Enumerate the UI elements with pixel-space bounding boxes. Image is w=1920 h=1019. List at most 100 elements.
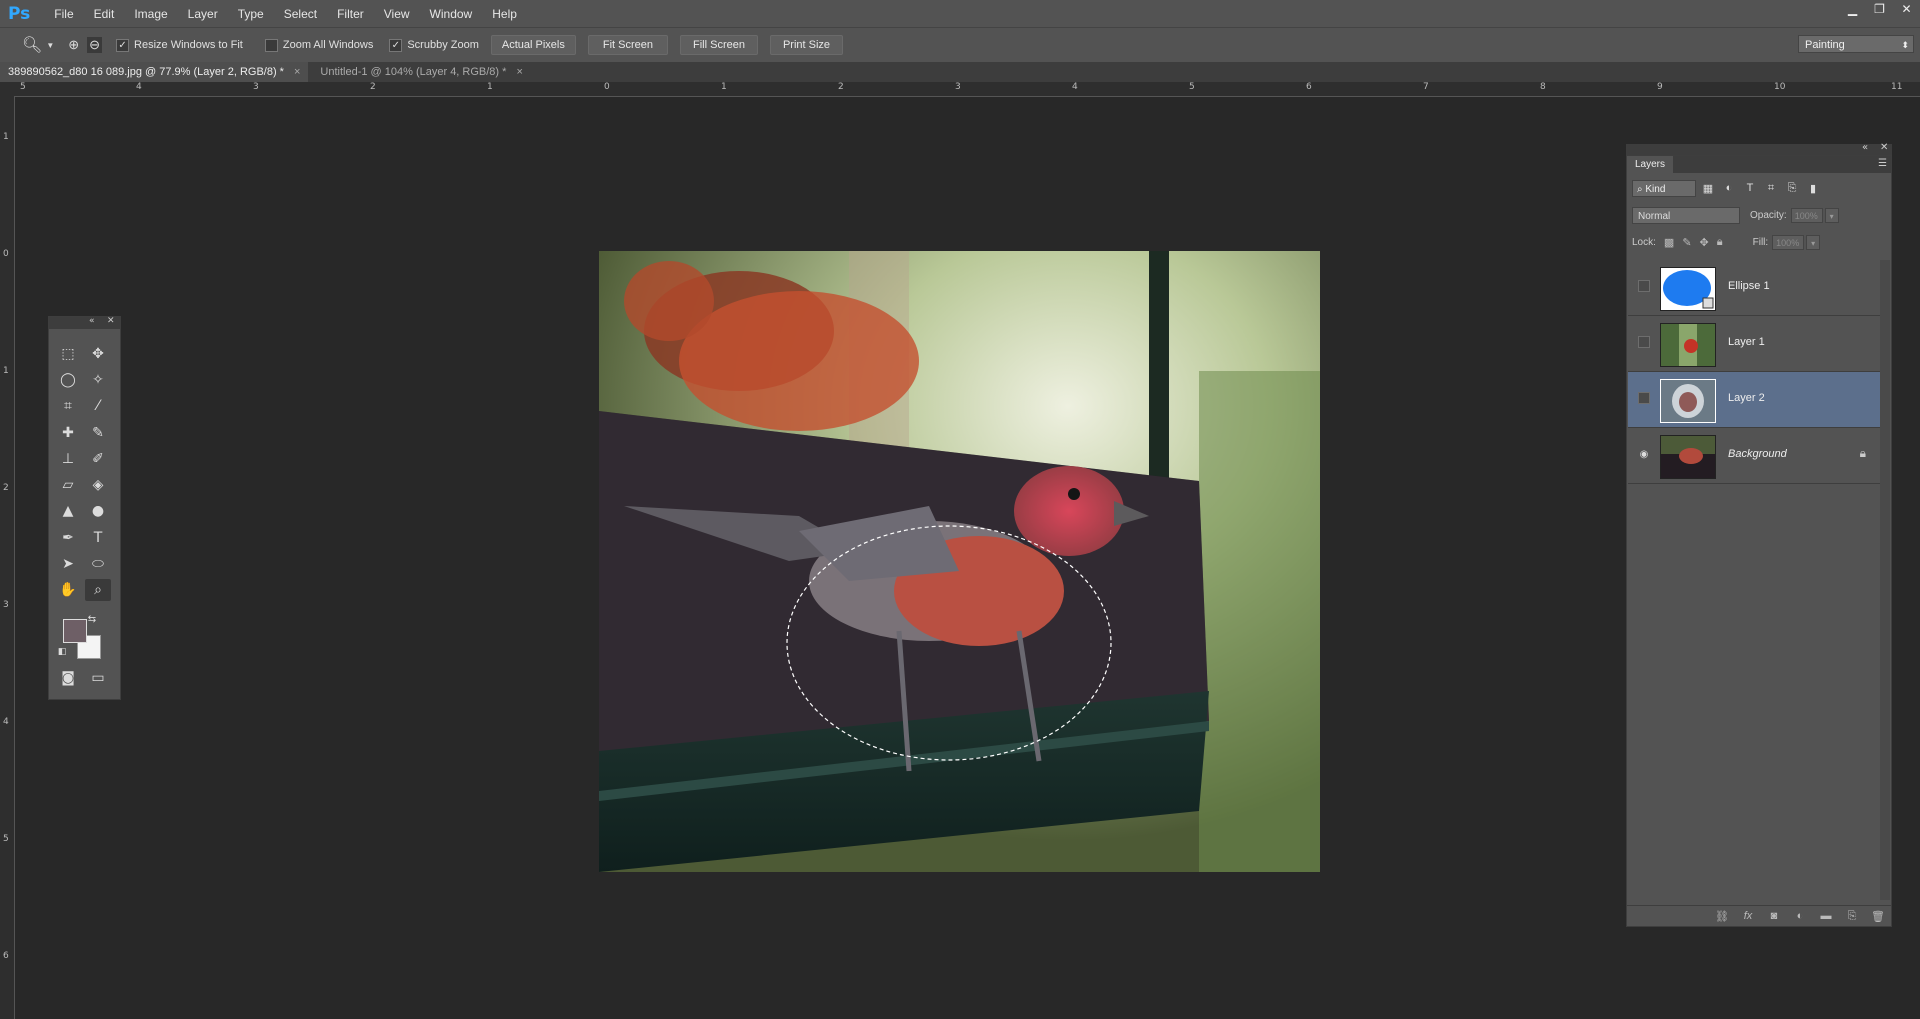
panel-menu-icon[interactable]: ☰: [1878, 158, 1887, 169]
document-canvas[interactable]: [599, 251, 1320, 872]
adjustment-icon[interactable]: ◐: [1787, 910, 1813, 922]
lock-transparent-icon[interactable]: ▩: [1664, 236, 1674, 249]
ruler-label: 2: [3, 483, 9, 493]
blur-tool-icon[interactable]: ▲: [55, 500, 81, 522]
document-tab-active[interactable]: 389890562_d80 16 089.jpg @ 77.9% (Layer …: [0, 62, 309, 82]
layer-name[interactable]: Layer 1: [1728, 336, 1765, 348]
menu-edit[interactable]: Edit: [84, 7, 125, 21]
folder-icon[interactable]: ▬: [1813, 910, 1839, 922]
crop-tool-icon[interactable]: ⌗: [55, 395, 81, 417]
type-filter-icon[interactable]: T: [1741, 182, 1759, 194]
opacity-dropdown-icon[interactable]: ▾: [1824, 207, 1839, 223]
close-panel-icon[interactable]: ✕: [107, 316, 115, 326]
quick-mask-icon[interactable]: ◙: [55, 667, 81, 689]
move-tool-icon[interactable]: ✥: [85, 343, 111, 365]
layer-row-layer-1[interactable]: Layer 1: [1628, 316, 1880, 372]
fill-label: Fill:: [1752, 236, 1769, 248]
pen-tool-icon[interactable]: ✒: [55, 527, 81, 549]
layer-name[interactable]: Background: [1728, 448, 1787, 460]
zoom-tool-icon[interactable]: ⌕: [85, 579, 111, 601]
zoom-out-icon[interactable]: ⊖: [87, 37, 103, 53]
default-colors-icon[interactable]: ◧: [55, 645, 69, 659]
ellipse-tool-icon[interactable]: ⬭: [85, 553, 111, 575]
menu-layer[interactable]: Layer: [178, 7, 228, 21]
print-size-button[interactable]: Print Size: [769, 35, 844, 55]
menu-help[interactable]: Help: [482, 7, 527, 21]
link-icon[interactable]: ⛓: [1709, 910, 1735, 923]
collapse-icon[interactable]: «: [89, 316, 95, 326]
menu-type[interactable]: Type: [228, 7, 274, 21]
menu-filter[interactable]: Filter: [327, 7, 374, 21]
minimize-button[interactable]: ▁: [1839, 0, 1866, 18]
layers-scrollbar[interactable]: [1880, 260, 1890, 900]
visibility-toggle[interactable]: [1638, 336, 1650, 348]
filter-toggle-icon[interactable]: ▮: [1804, 182, 1822, 195]
eraser-tool-icon[interactable]: ▱: [55, 474, 81, 496]
lock-position-icon[interactable]: ✥: [1700, 236, 1709, 249]
paint-bucket-icon[interactable]: ◈: [85, 474, 111, 496]
lock-icon: 🔒︎: [1859, 446, 1866, 460]
menu-window[interactable]: Window: [420, 7, 483, 21]
layer-row-ellipse-1[interactable]: Ellipse 1: [1628, 260, 1880, 316]
close-tab-icon[interactable]: ×: [516, 66, 522, 78]
zoom-all-windows-checkbox[interactable]: Zoom All Windows: [264, 38, 373, 52]
close-tab-icon[interactable]: ×: [294, 66, 300, 78]
swap-colors-icon[interactable]: ⇆: [85, 613, 99, 627]
foreground-color-swatch[interactable]: [63, 619, 87, 643]
restore-button[interactable]: ❐: [1866, 0, 1893, 18]
path-selection-icon[interactable]: ➤: [55, 553, 81, 575]
dodge-tool-icon[interactable]: ●: [85, 500, 111, 522]
shape-filter-icon[interactable]: ⌗: [1762, 182, 1780, 195]
close-button[interactable]: ✕: [1893, 0, 1920, 18]
fill-input[interactable]: 100%: [1772, 234, 1805, 250]
actual-pixels-button[interactable]: Actual Pixels: [490, 35, 576, 55]
mask-icon[interactable]: ◙: [1761, 910, 1787, 922]
layer-row-layer-2[interactable]: Layer 2: [1628, 372, 1880, 428]
healing-brush-icon[interactable]: ✚: [55, 422, 81, 444]
document-tab[interactable]: Untitled-1 @ 104% (Layer 4, RGB/8) * ×: [312, 62, 531, 82]
layer-row-background[interactable]: ◉ Background 🔒︎: [1628, 428, 1880, 484]
fx-icon[interactable]: fx: [1735, 910, 1761, 922]
collapse-icon[interactable]: «: [1862, 142, 1868, 153]
visibility-toggle[interactable]: [1638, 280, 1650, 292]
layer-name[interactable]: Ellipse 1: [1728, 280, 1770, 292]
menu-file[interactable]: File: [44, 7, 83, 21]
smart-object-filter-icon[interactable]: ⎘: [1783, 182, 1801, 195]
magic-wand-icon[interactable]: ✧: [85, 369, 111, 391]
zoom-tool-icon[interactable]: 🔍︎: [22, 35, 42, 55]
lock-all-icon[interactable]: 🔒︎: [1717, 236, 1723, 249]
zoom-in-icon[interactable]: ⊕: [68, 37, 79, 53]
pixel-filter-icon[interactable]: ▦: [1699, 182, 1717, 195]
brush-tool-icon[interactable]: ✎: [85, 422, 111, 444]
clone-stamp-icon[interactable]: ⊥: [55, 448, 81, 470]
marquee-tool-icon[interactable]: ⬚: [55, 343, 81, 365]
adjustment-filter-icon[interactable]: ◐: [1720, 182, 1738, 194]
fit-screen-button[interactable]: Fit Screen: [587, 35, 668, 55]
scrubby-zoom-checkbox[interactable]: ✓ Scrubby Zoom: [389, 38, 479, 52]
new-layer-icon[interactable]: ⎘: [1839, 910, 1865, 923]
hand-tool-icon[interactable]: ✋: [55, 579, 81, 601]
lock-pixels-icon[interactable]: ✎: [1682, 236, 1691, 249]
menu-image[interactable]: Image: [124, 7, 177, 21]
tool-preset-dropdown-icon[interactable]: ▼: [46, 41, 54, 50]
blend-mode-select[interactable]: Normal: [1632, 206, 1740, 224]
type-tool-icon[interactable]: T: [85, 527, 111, 549]
tab-layers[interactable]: Layers: [1627, 156, 1674, 173]
screen-mode-icon[interactable]: ▭: [85, 667, 111, 689]
eye-icon[interactable]: ◉: [1638, 448, 1650, 460]
lasso-tool-icon[interactable]: ◯: [55, 369, 81, 391]
visibility-toggle[interactable]: [1638, 392, 1650, 404]
trash-icon[interactable]: 🗑︎: [1865, 910, 1891, 923]
fill-screen-button[interactable]: Fill Screen: [680, 35, 758, 55]
history-brush-icon[interactable]: ✐: [85, 448, 111, 470]
close-panel-icon[interactable]: ✕: [1880, 142, 1888, 153]
resize-windows-checkbox[interactable]: ✓ Resize Windows to Fit: [116, 38, 243, 52]
menu-select[interactable]: Select: [274, 7, 327, 21]
kind-filter-select[interactable]: ⌕ Kind: [1632, 179, 1696, 197]
menu-view[interactable]: View: [374, 7, 420, 21]
fill-dropdown-icon[interactable]: ▾: [1806, 234, 1821, 250]
opacity-input[interactable]: 100%: [1790, 207, 1823, 223]
workspace-select[interactable]: Painting ⬍: [1798, 35, 1914, 53]
layer-name[interactable]: Layer 2: [1728, 392, 1765, 404]
eyedropper-icon[interactable]: ⁄: [85, 395, 111, 417]
